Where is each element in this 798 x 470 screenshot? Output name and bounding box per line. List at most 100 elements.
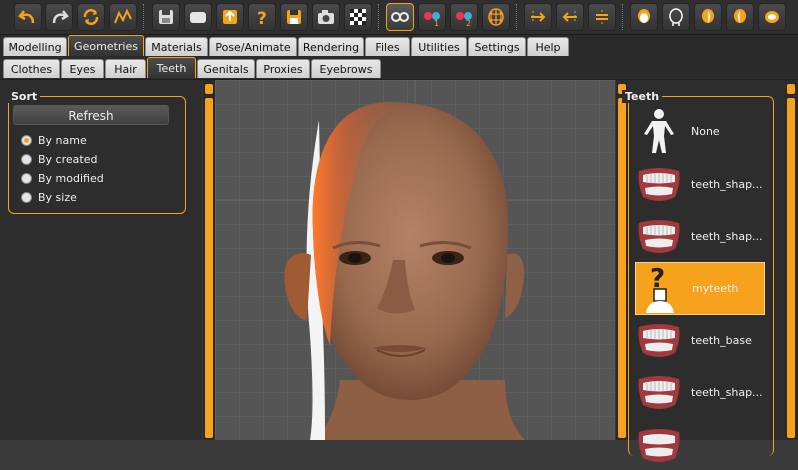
toolbar-separator — [516, 4, 519, 30]
tab-materials[interactable]: Materials — [145, 37, 208, 56]
scroll-up-arrow[interactable] — [787, 84, 795, 94]
screenshot-button[interactable] — [312, 3, 340, 31]
load-icon — [190, 12, 206, 23]
subtab-clothes[interactable]: Clothes — [3, 59, 60, 78]
tab-rendering[interactable]: Rendering — [298, 37, 364, 56]
face-top-icon — [765, 11, 779, 23]
top-view-icon — [596, 10, 608, 24]
smooth-button[interactable] — [109, 3, 137, 31]
toolbar: ? 1 2 — [0, 0, 798, 35]
back-view-button[interactable] — [556, 3, 584, 31]
face-right-button[interactable] — [726, 3, 754, 31]
back-view-icon — [562, 11, 577, 23]
subtab-proxies[interactable]: Proxies — [256, 59, 310, 78]
front-view-button[interactable] — [524, 3, 552, 31]
subtab-teeth[interactable]: Teeth — [147, 57, 196, 78]
scroll-up-arrow[interactable] — [205, 84, 213, 94]
tab-utilities[interactable]: Utilities — [411, 37, 467, 56]
scroll-thumb[interactable] — [205, 98, 213, 438]
radio-label: By name — [38, 133, 87, 147]
teeth-item-none[interactable]: None — [635, 106, 765, 156]
sub-tab-bar: Clothes Eyes Hair Teeth Genitals Proxies… — [0, 57, 798, 80]
item-label: teeth_shap... — [691, 229, 763, 243]
undo-button[interactable] — [14, 3, 42, 31]
export-icon — [223, 10, 237, 24]
reset-button[interactable] — [77, 3, 105, 31]
screenshot-icon — [318, 10, 334, 24]
stereo-1-button[interactable]: 1 — [418, 3, 446, 31]
radio-label: By created — [38, 152, 98, 166]
stereo-1-icon: 1 — [424, 12, 440, 27]
radio-indicator — [21, 153, 32, 165]
tab-modelling[interactable]: Modelling — [3, 37, 67, 56]
3d-viewport[interactable] — [215, 80, 615, 440]
teeth-item[interactable] — [635, 420, 765, 470]
wireframe-glasses-button[interactable] — [386, 3, 414, 31]
teeth-icon — [635, 368, 683, 416]
toolbar-separator — [378, 4, 381, 30]
help-icon: ? — [257, 9, 267, 27]
checker-button[interactable] — [344, 3, 372, 31]
teeth-item-myteeth[interactable]: ? myteeth — [635, 262, 765, 315]
load-button[interactable] — [184, 3, 212, 31]
teeth-icon — [635, 160, 683, 208]
teeth-item[interactable]: teeth_shap... — [635, 211, 765, 261]
stereo-2-button[interactable]: 2 — [450, 3, 478, 31]
teeth-icon — [635, 212, 683, 260]
face-back-button[interactable] — [662, 3, 690, 31]
radio-indicator — [21, 191, 32, 203]
sort-by-modified-radio[interactable]: By modified — [21, 170, 104, 186]
subtab-eyes[interactable]: Eyes — [61, 59, 104, 78]
undo-icon — [18, 10, 35, 24]
grid-sphere-icon — [488, 8, 504, 26]
right-panel-left-scrollbar[interactable] — [616, 80, 628, 440]
left-scrollbar[interactable] — [203, 80, 215, 440]
scroll-thumb[interactable] — [618, 98, 626, 438]
reset-icon — [83, 9, 99, 25]
refresh-button[interactable]: Refresh — [13, 105, 169, 125]
svg-text:1: 1 — [434, 19, 439, 27]
front-view-icon — [531, 11, 546, 23]
face-front-button[interactable] — [630, 3, 658, 31]
smooth-icon — [114, 8, 132, 24]
face-top-button[interactable] — [758, 3, 786, 31]
toolbar-separator — [143, 4, 146, 30]
help-button[interactable]: ? — [248, 3, 276, 31]
svg-text:2: 2 — [466, 19, 471, 27]
tab-geometries[interactable]: Geometries — [68, 35, 144, 56]
top-view-button[interactable] — [588, 3, 616, 31]
right-panel-scrollbar[interactable] — [785, 80, 798, 440]
subtab-genitals[interactable]: Genitals — [197, 59, 255, 78]
teeth-title: Teeth — [622, 90, 663, 103]
tab-pose-animate[interactable]: Pose/Animate — [209, 37, 297, 56]
sort-by-created-radio[interactable]: By created — [21, 151, 97, 167]
radio-label: By size — [38, 190, 77, 204]
subtab-hair[interactable]: Hair — [105, 59, 146, 78]
radio-indicator — [21, 172, 32, 184]
teeth-item[interactable]: teeth_base — [635, 315, 765, 365]
export-button[interactable] — [216, 3, 244, 31]
tab-settings[interactable]: Settings — [468, 37, 526, 56]
radio-indicator — [21, 134, 32, 146]
teeth-item[interactable]: teeth_shap... — [635, 159, 765, 209]
tab-help[interactable]: Help — [527, 37, 569, 56]
face-left-icon — [702, 9, 714, 23]
sort-by-name-radio[interactable]: By name — [21, 132, 87, 148]
figure-icon — [635, 107, 683, 155]
sort-by-size-radio[interactable]: By size — [21, 189, 77, 205]
grid-sphere-button[interactable] — [482, 3, 510, 31]
right-panel: Teeth None teeth_shap... teeth_shap... ?… — [622, 80, 798, 462]
face-left-button[interactable] — [694, 3, 722, 31]
wireframe-glasses-icon — [391, 12, 409, 22]
unknown-figure-icon: ? — [636, 265, 684, 313]
tab-files[interactable]: Files — [365, 37, 410, 56]
teeth-item[interactable]: teeth_shap... — [635, 367, 765, 417]
sort-title: Sort — [8, 90, 41, 103]
subtab-eyebrows[interactable]: Eyebrows — [311, 59, 381, 78]
item-label: teeth_base — [691, 333, 752, 347]
save-button[interactable] — [152, 3, 180, 31]
redo-button[interactable] — [45, 3, 73, 31]
save-target-button[interactable] — [280, 3, 308, 31]
scroll-thumb[interactable] — [787, 98, 795, 438]
face-right-icon — [734, 9, 746, 23]
